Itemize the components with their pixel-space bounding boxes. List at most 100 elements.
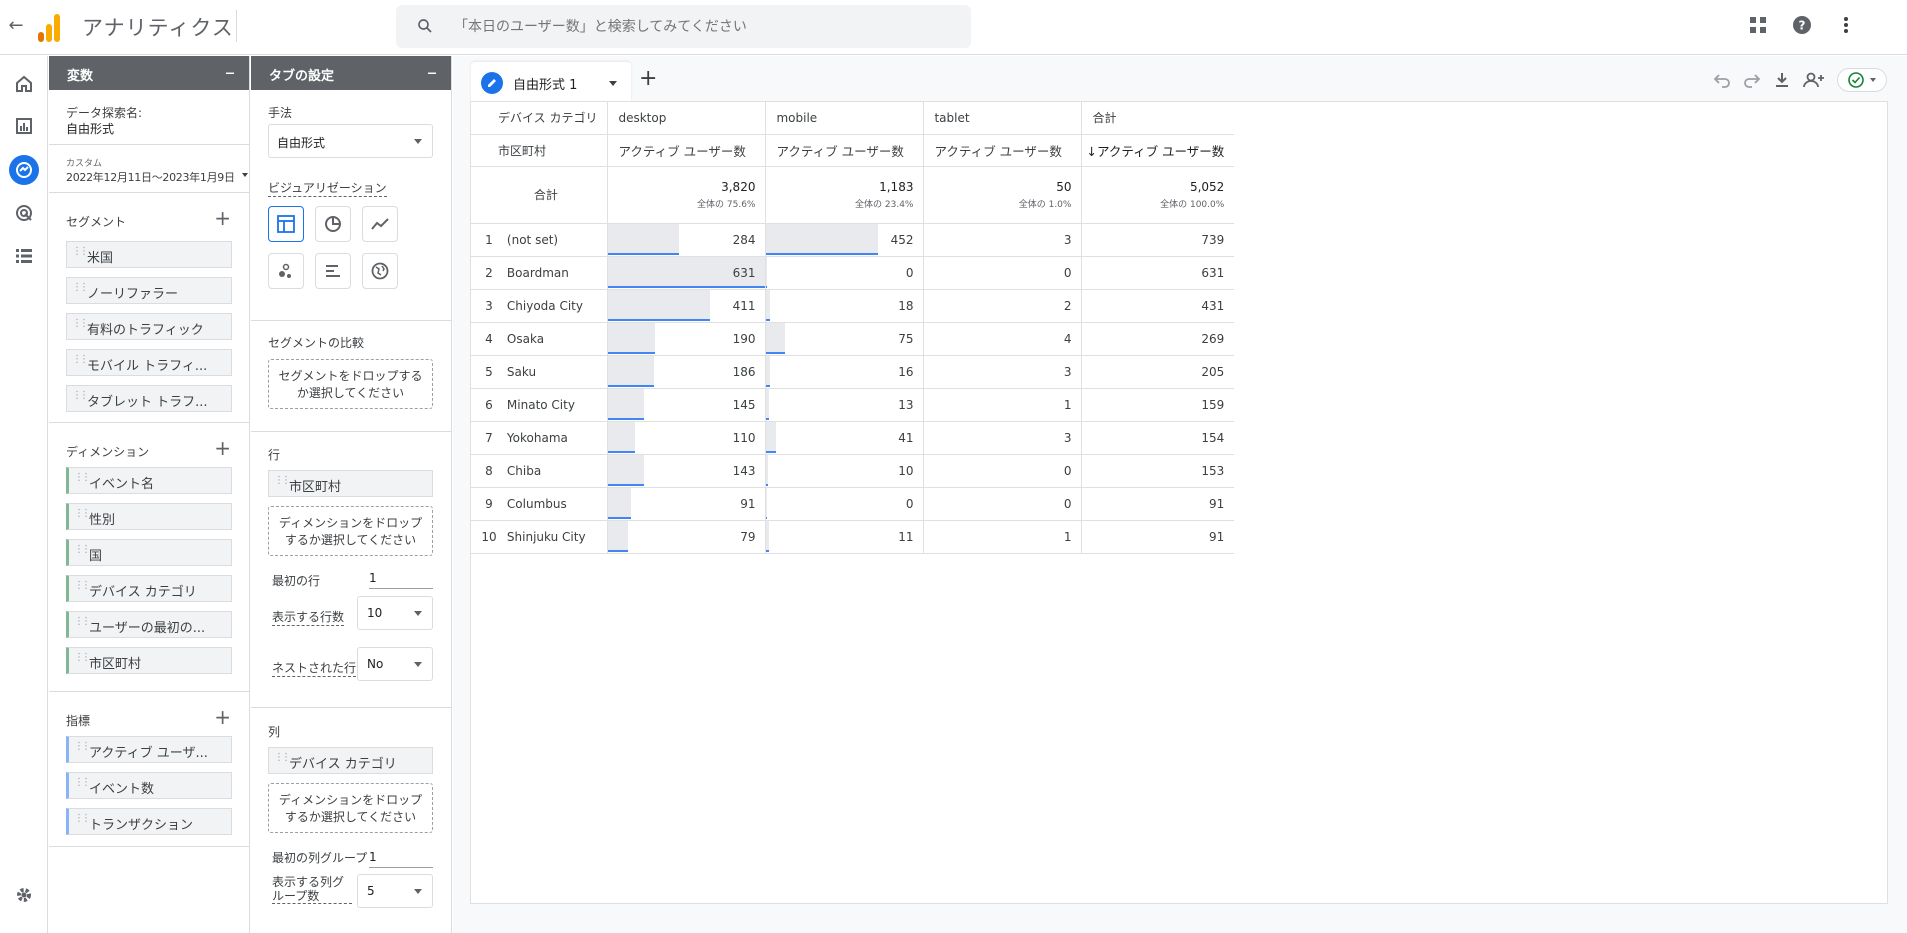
apps-grid-icon[interactable] xyxy=(1747,14,1769,36)
help-icon[interactable]: ? xyxy=(1791,14,1813,36)
segment-drop-zone[interactable]: セグメントをドロップするか選択してください xyxy=(268,359,433,409)
redo-icon[interactable] xyxy=(1743,71,1761,89)
dimension-chip[interactable]: 国 xyxy=(66,539,232,566)
row-dimension-header[interactable]: 市区町村 xyxy=(471,134,609,167)
search-input[interactable] xyxy=(454,5,954,48)
reports-icon[interactable] xyxy=(11,113,37,139)
settings-icon[interactable] xyxy=(11,882,37,908)
segment-chip[interactable]: 有料のトラフィック xyxy=(66,313,232,340)
home-icon[interactable] xyxy=(11,71,37,97)
metric-header[interactable]: アクティブ ユーザー数 xyxy=(765,134,925,167)
tab-settings-panel: タブの設定 – 手法 自由形式 ビジュアリゼーション セグメントの比較 セグメント… xyxy=(251,56,452,933)
dimension-chip[interactable]: デバイス カテゴリ xyxy=(66,575,232,602)
date-range[interactable]: カスタム 2022年12月11日～2023年1月9日 xyxy=(49,145,249,193)
show-column-groups-select[interactable]: 5 xyxy=(357,874,433,908)
share-icon[interactable] xyxy=(1803,71,1825,89)
undo-icon[interactable] xyxy=(1713,71,1731,89)
start-column-group-input[interactable]: 1 xyxy=(369,850,433,868)
nested-rows-select[interactable]: No xyxy=(357,647,433,681)
dimension-chip[interactable]: 市区町村 xyxy=(66,647,232,674)
table-row[interactable]: 7 Yokohama 110 41 3 154 xyxy=(471,421,1235,455)
metric-chip[interactable]: トランザクション xyxy=(66,808,232,835)
add-segment-icon[interactable]: + xyxy=(214,206,231,230)
cell-value: 145 xyxy=(732,397,756,412)
geo-map-icon[interactable] xyxy=(362,253,398,289)
add-metric-icon[interactable]: + xyxy=(214,705,231,729)
tab-freeform-1[interactable]: 自由形式 1 xyxy=(471,62,631,102)
segment-chip[interactable]: モバイル トラフィ... xyxy=(66,349,232,376)
value-bar xyxy=(766,256,768,288)
totals-label: 合計 xyxy=(506,166,609,224)
configure-icon[interactable] xyxy=(11,243,37,269)
table-row[interactable]: 6 Minato City 145 13 1 159 xyxy=(471,388,1235,422)
exploration-name-value[interactable]: 自由形式 xyxy=(66,120,114,137)
line-chart-icon[interactable] xyxy=(362,206,398,242)
table-icon[interactable] xyxy=(268,206,304,242)
table-row[interactable]: 5 Saku 186 16 3 205 xyxy=(471,355,1235,389)
cell-desktop: 631 xyxy=(607,256,767,290)
metric-chip[interactable]: アクティブ ユーザ... xyxy=(66,736,232,763)
segment-chip[interactable]: タブレット トラフ... xyxy=(66,385,232,412)
analytics-logo[interactable] xyxy=(38,12,66,42)
start-row-input[interactable]: 1 xyxy=(369,571,433,589)
table-row[interactable]: 3 Chiyoda City 411 18 2 431 xyxy=(471,289,1235,323)
download-icon[interactable] xyxy=(1773,71,1791,89)
add-dimension-icon[interactable]: + xyxy=(214,436,231,460)
arrow-back-icon[interactable]: ← xyxy=(4,14,28,38)
tab-settings-title: タブの設定 xyxy=(269,69,335,84)
column-header-total[interactable]: 合計 xyxy=(1081,102,1235,135)
tab-label: 自由形式 1 xyxy=(513,78,578,93)
segment-chip[interactable]: 米国 xyxy=(66,241,232,268)
value-bar xyxy=(766,421,777,453)
row-city: Saku xyxy=(506,355,609,389)
search-bar[interactable] xyxy=(396,5,971,48)
column-dimension-header[interactable]: デバイス カテゴリ xyxy=(471,102,609,135)
row-index: 6 xyxy=(471,388,507,422)
metric-header[interactable]: アクティブ ユーザー数 xyxy=(923,134,1083,167)
check-status-icon[interactable] xyxy=(1837,68,1887,92)
table-row[interactable]: 1 (not set) 284 452 3 739 xyxy=(471,223,1235,257)
metric-header-row: 市区町村 アクティブ ユーザー数 アクティブ ユーザー数 アクティブ ユーザー数… xyxy=(471,134,1235,167)
segment-chip[interactable]: ノーリファラー xyxy=(66,277,232,304)
row-city: Columbus xyxy=(506,487,609,521)
columns-label: 列 xyxy=(268,725,281,739)
table-row[interactable]: 8 Chiba 143 10 0 153 xyxy=(471,454,1235,488)
more-vert-icon[interactable] xyxy=(1835,14,1857,36)
column-header-desktop[interactable]: desktop xyxy=(607,102,767,135)
explore-icon[interactable] xyxy=(9,155,39,185)
show-column-groups-value: 5 xyxy=(367,884,375,898)
donut-chart-icon[interactable] xyxy=(315,206,351,242)
total-value: 5,052 xyxy=(1189,179,1225,194)
column-dimension-chip[interactable]: デバイス カテゴリ xyxy=(268,747,433,774)
show-rows-label: 表示する行数 xyxy=(272,610,345,626)
dimension-chip[interactable]: ユーザーの最初の... xyxy=(66,611,232,638)
chevron-down-icon[interactable] xyxy=(609,81,617,86)
table-row[interactable]: 2 Boardman 631 0 0 631 xyxy=(471,256,1235,290)
chevron-down-icon[interactable] xyxy=(242,173,248,177)
column-header-tablet[interactable]: tablet xyxy=(923,102,1083,135)
dimension-chip[interactable]: イベント名 xyxy=(66,467,232,494)
dimension-chip[interactable]: 性別 xyxy=(66,503,232,530)
row-dimension-chip[interactable]: 市区町村 xyxy=(268,470,433,497)
edit-icon[interactable] xyxy=(481,72,503,94)
metric-header[interactable]: アクティブ ユーザー数 xyxy=(607,134,767,167)
technique-select[interactable]: 自由形式 xyxy=(268,124,433,158)
advertising-icon[interactable] xyxy=(11,200,37,226)
collapse-icon[interactable]: – xyxy=(427,60,437,84)
table-row[interactable]: 4 Osaka 190 75 4 269 xyxy=(471,322,1235,356)
row-drop-zone[interactable]: ディメンションをドロップするか選択してください xyxy=(268,506,433,556)
bar-chart-icon[interactable] xyxy=(315,253,351,289)
column-drop-zone[interactable]: ディメンションをドロップするか選択してください xyxy=(268,783,433,833)
show-rows-select[interactable]: 10 xyxy=(357,596,433,630)
table-row[interactable]: 9 Columbus 91 0 0 91 xyxy=(471,487,1235,521)
collapse-icon[interactable]: – xyxy=(225,60,235,84)
segments-section: セグメント + 米国 ノーリファラー 有料のトラフィック モバイル トラフィ..… xyxy=(49,193,249,423)
row-city: Chiba xyxy=(506,454,609,488)
cell-total: 205 xyxy=(1081,355,1235,389)
metric-chip[interactable]: イベント数 xyxy=(66,772,232,799)
metric-header-sorted[interactable]: ↓アクティブ ユーザー数 xyxy=(1081,134,1235,167)
table-row[interactable]: 10 Shinjuku City 79 11 1 91 xyxy=(471,520,1235,554)
column-header-mobile[interactable]: mobile xyxy=(765,102,925,135)
add-tab-button[interactable]: + xyxy=(639,68,657,90)
scatter-icon[interactable] xyxy=(268,253,304,289)
